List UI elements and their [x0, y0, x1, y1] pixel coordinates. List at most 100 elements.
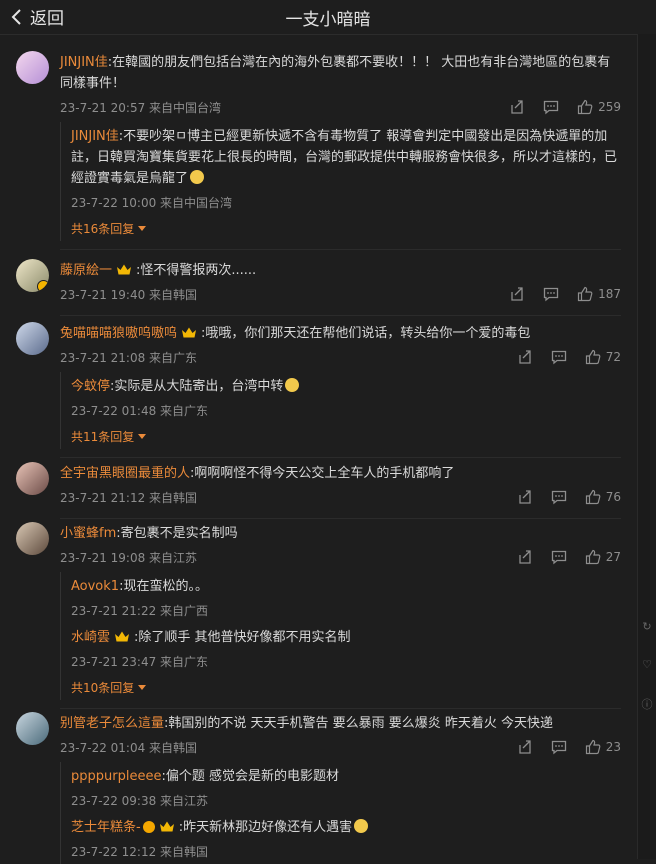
reply-body: :偏个题 感觉会是新的电影题材: [161, 769, 339, 784]
reply-button[interactable]: [543, 99, 559, 115]
like-button[interactable]: 27: [585, 549, 621, 565]
comment-body: :在韓國的朋友們包括台灣在內的海外包裹都不要收！！！ 大田也有非台灣地區的包裹有…: [60, 55, 611, 91]
reply-meta: 23-7-22 09:38 来自江苏: [71, 787, 621, 813]
crown-icon: [117, 264, 132, 275]
avatar[interactable]: [16, 51, 49, 84]
reply-body: :除了顺手 其他普快好像都不用实名制: [134, 630, 351, 645]
comment: 藤原絵一:怪不得警报两次...... 23-7-21 19:40 来自韩国 18…: [0, 252, 637, 316]
vip-badge-icon: [142, 821, 155, 833]
avatar[interactable]: [16, 322, 49, 355]
comment-author[interactable]: 藤原絵一: [60, 263, 112, 278]
comment-author[interactable]: 别管老子怎么這量: [60, 716, 164, 731]
reply-button[interactable]: [551, 549, 567, 565]
comment-author[interactable]: 全宇宙黑眼圈最重的人: [60, 466, 190, 481]
reply-body: :不要吵架ㅁ博主已經更新快遞不含有毒物質了 報導會判定中國發出是因為快遞單的加註…: [71, 129, 618, 186]
comment-text: 兔喵喵喵狼嗷呜嗷呜:哦哦，你们那天还在帮他们说话，转头给你一个爱的毒包: [60, 315, 621, 344]
reply-author[interactable]: 今蚊停: [71, 379, 110, 394]
avatar[interactable]: [16, 712, 49, 745]
share-button[interactable]: [509, 99, 525, 115]
comment-author[interactable]: 小蜜蜂fm: [60, 526, 116, 541]
crown-icon: [115, 631, 130, 642]
like-button[interactable]: 23: [585, 739, 621, 755]
reply-author[interactable]: Aovok1: [71, 579, 119, 594]
comment-text: 全宇宙黑眼圈最重的人:啊啊啊怪不得今天公交上全车人的手机都响了: [60, 455, 621, 484]
like-button[interactable]: 72: [585, 349, 621, 365]
like-count: 187: [598, 287, 621, 301]
reply-text: JINJIN佳:不要吵架ㅁ博主已經更新快遞不含有毒物質了 報導會判定中國發出是因…: [71, 122, 621, 189]
comment-text: 藤原絵一 :怪不得警报两次......: [60, 252, 621, 281]
reply-thread: 今蚊停:实际是从大陆寄出，台湾中转 23-7-22 01:48 来自广东 共11…: [60, 372, 621, 449]
back-label: 返回: [30, 9, 64, 29]
comment-meta: 23-7-21 19:08 来自江苏 27: [60, 544, 621, 570]
reply-item: JINJIN佳:不要吵架ㅁ博主已經更新快遞不含有毒物質了 報導會判定中國發出是因…: [71, 122, 621, 215]
comment-text: 小蜜蜂fm:寄包裹不是实名制吗: [60, 515, 621, 544]
reply-button[interactable]: [551, 349, 567, 365]
reply-thread: ppppurpleeee:偏个题 感觉会是新的电影题材 23-7-22 09:3…: [60, 762, 621, 864]
comment-time-location: 23-7-21 21:12 来自韩国: [60, 490, 198, 505]
avatar[interactable]: [16, 462, 49, 495]
like-button[interactable]: 187: [577, 286, 621, 302]
reply-button[interactable]: [551, 489, 567, 505]
reply-author[interactable]: 芝士年糕条-: [71, 820, 141, 835]
reply-text: ppppurpleeee:偏个题 感觉会是新的电影题材: [71, 762, 621, 787]
more-replies-link[interactable]: 共16条回复: [71, 215, 621, 241]
comment-text: JINJIN佳:在韓國的朋友們包括台灣在內的海外包裹都不要收！！！ 大田也有非台…: [60, 44, 621, 94]
comment-body: :寄包裹不是实名制吗: [116, 526, 238, 541]
share-button[interactable]: [517, 549, 533, 565]
reply-author[interactable]: JINJIN佳: [71, 129, 119, 144]
back-button[interactable]: 返回: [10, 4, 64, 29]
reply-time-location: 23-7-22 12:12 来自韩国: [71, 844, 209, 859]
comment-author[interactable]: JINJIN佳: [60, 55, 108, 70]
more-replies-link[interactable]: 共10条回复: [71, 674, 621, 700]
reply-meta: 23-7-21 23:47 来自广东: [71, 648, 621, 674]
share-icon: [511, 100, 523, 114]
like-count: 259: [598, 100, 621, 114]
reply-icon: [543, 100, 559, 115]
reply-icon: [551, 550, 566, 565]
comment-body: :怪不得警报两次......: [136, 263, 257, 278]
comment-time-location: 23-7-21 21:08 来自广东: [60, 350, 198, 365]
reply-item: Aovok1:现在蛮松的。。 23-7-21 21:22 来自广西: [71, 572, 621, 623]
reply-meta: 23-7-22 12:12 来自韩国: [71, 838, 621, 864]
side-toolbar: ↻ ♡ ⓘ: [638, 620, 656, 712]
share-button[interactable]: [517, 739, 533, 755]
reply-button[interactable]: [551, 739, 567, 755]
like-button[interactable]: 259: [577, 99, 621, 115]
share-button[interactable]: [517, 489, 533, 505]
like-count: 27: [605, 550, 621, 564]
share-icon: [519, 350, 531, 364]
emoji-icon: [190, 170, 205, 184]
share-button[interactable]: [509, 286, 525, 302]
comment-feed: JINJIN佳:在韓國的朋友們包括台灣在內的海外包裹都不要收！！！ 大田也有非台…: [0, 44, 637, 864]
reply-item: 芝士年糕条-:昨天新林那边好像还有人遇害 23-7-22 12:12 来自韩国: [71, 813, 621, 864]
reply-icon: [551, 740, 566, 755]
crown-icon: [182, 327, 197, 338]
avatar[interactable]: [16, 259, 49, 292]
page-title: 一支小暗暗: [285, 9, 371, 30]
avatar[interactable]: [16, 522, 49, 555]
comment-time-location: 23-7-21 19:08 来自江苏: [60, 550, 198, 565]
heart-icon[interactable]: ♡: [642, 658, 652, 671]
chevron-down-icon: [138, 225, 147, 231]
like-button[interactable]: 76: [585, 489, 621, 505]
comment-time-location: 23-7-22 01:04 来自韩国: [60, 740, 198, 755]
back-icon: [11, 8, 21, 25]
more-replies-link[interactable]: 共11条回复: [71, 423, 621, 449]
reply-icon: [551, 490, 566, 505]
reply-button[interactable]: [543, 286, 559, 302]
refresh-icon[interactable]: ↻: [642, 620, 651, 633]
info-icon[interactable]: ⓘ: [642, 696, 653, 712]
reply-author[interactable]: ppppurpleeee: [71, 769, 161, 784]
like-icon: [585, 549, 601, 565]
reply-text: 芝士年糕条-:昨天新林那边好像还有人遇害: [71, 813, 621, 838]
comment-time-location: 23-7-21 20:57 来自中国台湾: [60, 100, 222, 115]
verified-badge-icon: [37, 280, 49, 292]
like-icon: [585, 349, 601, 365]
reply-author[interactable]: 水崎雲: [71, 630, 110, 645]
comment-author[interactable]: 兔喵喵喵狼嗷呜嗷呜: [60, 326, 177, 341]
like-icon: [577, 286, 593, 302]
share-button[interactable]: [517, 349, 533, 365]
like-count: 72: [605, 350, 621, 364]
emoji-icon: [354, 819, 369, 833]
reply-item: 水崎雲 :除了顺手 其他普快好像都不用实名制 23-7-21 23:47 来自广东: [71, 623, 621, 674]
